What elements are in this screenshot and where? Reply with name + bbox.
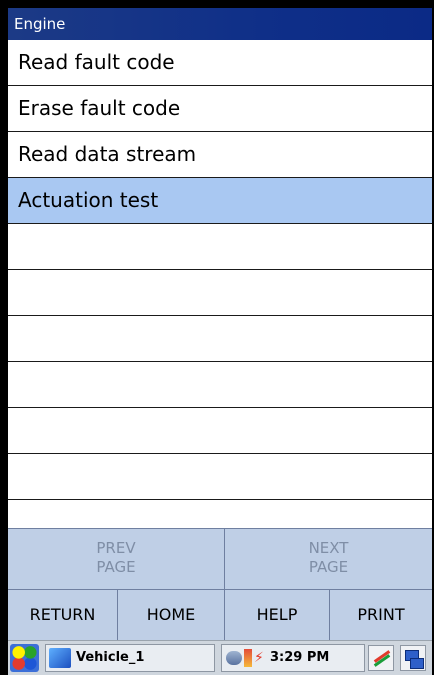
- system-tray: ⚡ 3:29 PM: [221, 644, 365, 672]
- task-vehicle-button[interactable]: Vehicle_1: [45, 644, 215, 672]
- power-icon: ⚡: [254, 650, 264, 666]
- battery-icon[interactable]: [244, 649, 252, 667]
- next-page-label-1: NEXT: [308, 539, 349, 557]
- print-button[interactable]: PRINT: [330, 590, 432, 640]
- list-item[interactable]: Read data stream: [8, 132, 432, 178]
- prev-page-label-1: PREV: [96, 539, 136, 557]
- windows-icon[interactable]: [400, 645, 426, 671]
- list-item[interactable]: [8, 408, 432, 454]
- list-item[interactable]: Erase fault code: [8, 86, 432, 132]
- list-item[interactable]: [8, 362, 432, 408]
- return-button[interactable]: RETURN: [8, 590, 118, 640]
- help-button[interactable]: HELP: [225, 590, 330, 640]
- next-page-label-2: PAGE: [308, 558, 349, 576]
- network-icon[interactable]: [226, 651, 242, 665]
- connection-icon[interactable]: [368, 645, 394, 671]
- next-page-button[interactable]: NEXT PAGE: [225, 529, 432, 589]
- app-screen: Engine Read fault code Erase fault code …: [8, 8, 432, 675]
- list-item[interactable]: [8, 270, 432, 316]
- menu-list: Read fault code Erase fault code Read da…: [8, 40, 432, 500]
- prev-page-button[interactable]: PREV PAGE: [8, 529, 225, 589]
- taskbar: Vehicle_1 ⚡ 3:29 PM: [8, 640, 432, 675]
- vehicle-task-icon: [49, 648, 71, 668]
- clock[interactable]: 3:29 PM: [270, 645, 329, 671]
- start-icon[interactable]: [10, 644, 39, 672]
- page-navigation: PREV PAGE NEXT PAGE: [8, 528, 432, 590]
- list-item[interactable]: [8, 454, 432, 500]
- window-title: Engine: [8, 8, 432, 40]
- list-item[interactable]: Read fault code: [8, 40, 432, 86]
- list-item-selected[interactable]: Actuation test: [8, 178, 432, 224]
- list-item[interactable]: [8, 316, 432, 362]
- prev-page-label-2: PAGE: [96, 558, 136, 576]
- home-button[interactable]: HOME: [118, 590, 225, 640]
- list-item[interactable]: [8, 224, 432, 270]
- task-label: Vehicle_1: [76, 650, 145, 665]
- function-bar: RETURN HOME HELP PRINT: [8, 590, 432, 640]
